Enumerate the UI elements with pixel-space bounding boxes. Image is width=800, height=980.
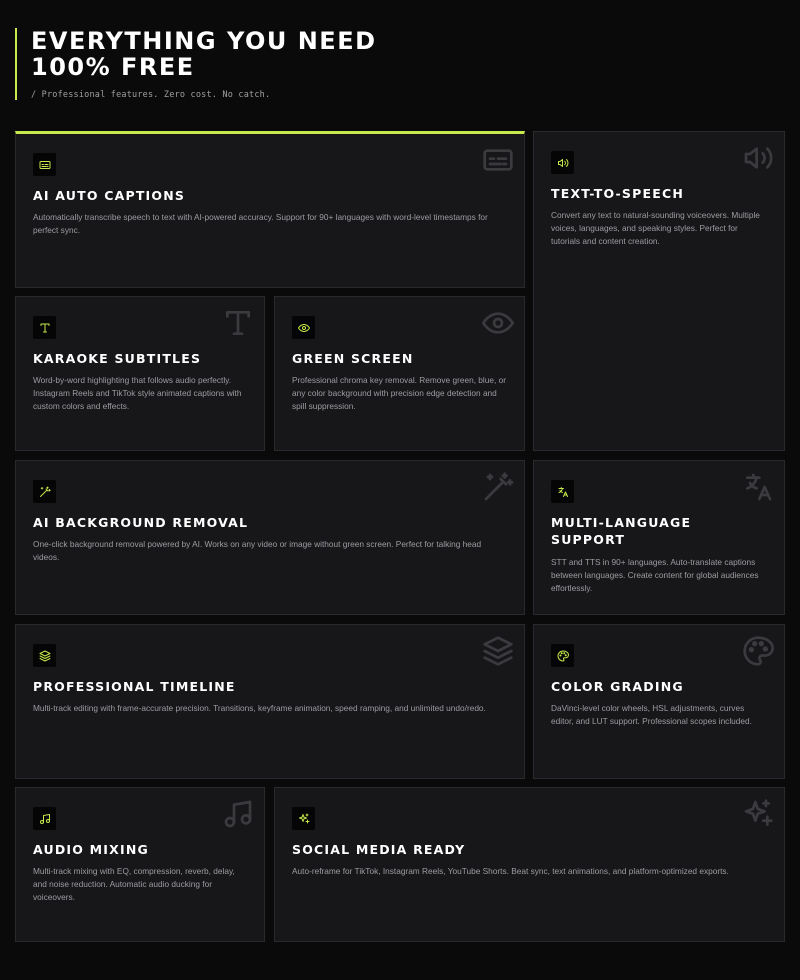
palette-icon bbox=[551, 644, 574, 667]
feature-description: One-click background removal powered by … bbox=[33, 539, 482, 563]
music-icon bbox=[33, 807, 56, 830]
feature-card-professional-timeline: PROFESSIONAL TIMELINE Multi-track editin… bbox=[15, 624, 525, 779]
feature-description: Multi-track editing with frame-accurate … bbox=[33, 703, 486, 713]
magic-wand-icon bbox=[482, 471, 514, 503]
layers-icon bbox=[33, 644, 56, 667]
feature-title: AUDIO MIXING bbox=[33, 842, 149, 857]
page-subtitle: / Professional features. Zero cost. No c… bbox=[31, 90, 271, 100]
section-header: EVERYTHING YOU NEED 100% FREE / Professi… bbox=[15, 28, 377, 100]
feature-description: Multi-track mixing with EQ, compression,… bbox=[33, 866, 235, 903]
feature-card-audio-mixing: AUDIO MIXING Multi-track mixing with EQ,… bbox=[15, 787, 265, 942]
music-icon bbox=[222, 798, 254, 830]
feature-card-green-screen: GREEN SCREEN Professional chroma key rem… bbox=[274, 296, 525, 451]
feature-card-ai-auto-captions: AI AUTO CAPTIONS Automatically transcrib… bbox=[15, 131, 525, 288]
feature-title: COLOR GRADING bbox=[551, 679, 684, 694]
feature-description: Word-by-word highlighting that follows a… bbox=[33, 375, 242, 412]
feature-title: SOCIAL MEDIA READY bbox=[292, 842, 466, 857]
feature-card-social-media-ready: SOCIAL MEDIA READY Auto-reframe for TikT… bbox=[274, 787, 785, 942]
palette-icon bbox=[742, 635, 774, 667]
captions-icon bbox=[482, 144, 514, 176]
feature-card-karaoke-subtitles: KARAOKE SUBTITLES Word-by-word highlight… bbox=[15, 296, 265, 451]
feature-title: AI AUTO CAPTIONS bbox=[33, 188, 186, 203]
speaker-icon bbox=[742, 142, 774, 174]
type-icon bbox=[222, 307, 254, 339]
eye-icon bbox=[482, 307, 514, 339]
feature-card-ai-background-removal: AI BACKGROUND REMOVAL One-click backgrou… bbox=[15, 460, 525, 615]
feature-title: GREEN SCREEN bbox=[292, 351, 414, 366]
feature-card-color-grading: COLOR GRADING DaVinci-level color wheels… bbox=[533, 624, 785, 779]
feature-description: DaVinci-level color wheels, HSL adjustme… bbox=[551, 703, 752, 727]
sparkles-icon bbox=[292, 807, 315, 830]
feature-description: Automatically transcribe speech to text … bbox=[33, 212, 488, 236]
feature-description: Professional chroma key removal. Remove … bbox=[292, 375, 506, 412]
captions-icon bbox=[33, 153, 56, 176]
feature-title: PROFESSIONAL TIMELINE bbox=[33, 679, 236, 694]
magic-wand-icon bbox=[33, 480, 56, 503]
feature-title: AI BACKGROUND REMOVAL bbox=[33, 515, 249, 530]
feature-description: STT and TTS in 90+ languages. Auto-trans… bbox=[551, 557, 759, 594]
feature-description: Convert any text to natural-sounding voi… bbox=[551, 210, 760, 247]
speaker-icon bbox=[551, 151, 574, 174]
feature-title: KARAOKE SUBTITLES bbox=[33, 351, 202, 366]
sparkles-icon bbox=[742, 798, 774, 830]
layers-icon bbox=[482, 635, 514, 667]
eye-icon bbox=[292, 316, 315, 339]
feature-title: TEXT-TO-SPEECH bbox=[551, 186, 684, 201]
feature-card-multi-language-support: MULTI-LANGUAGE SUPPORT STT and TTS in 90… bbox=[533, 460, 785, 615]
translate-icon bbox=[551, 480, 574, 503]
feature-card-text-to-speech: TEXT-TO-SPEECH Convert any text to natur… bbox=[533, 131, 785, 451]
title-line-2: 100% FREE bbox=[31, 53, 195, 81]
type-icon bbox=[33, 316, 56, 339]
feature-title: MULTI-LANGUAGE SUPPORT bbox=[551, 515, 692, 547]
feature-description: Auto-reframe for TikTok, Instagram Reels… bbox=[292, 866, 729, 876]
translate-icon bbox=[742, 471, 774, 503]
title-line-1: EVERYTHING YOU NEED bbox=[31, 27, 377, 55]
page-title: EVERYTHING YOU NEED 100% FREE bbox=[31, 28, 377, 80]
